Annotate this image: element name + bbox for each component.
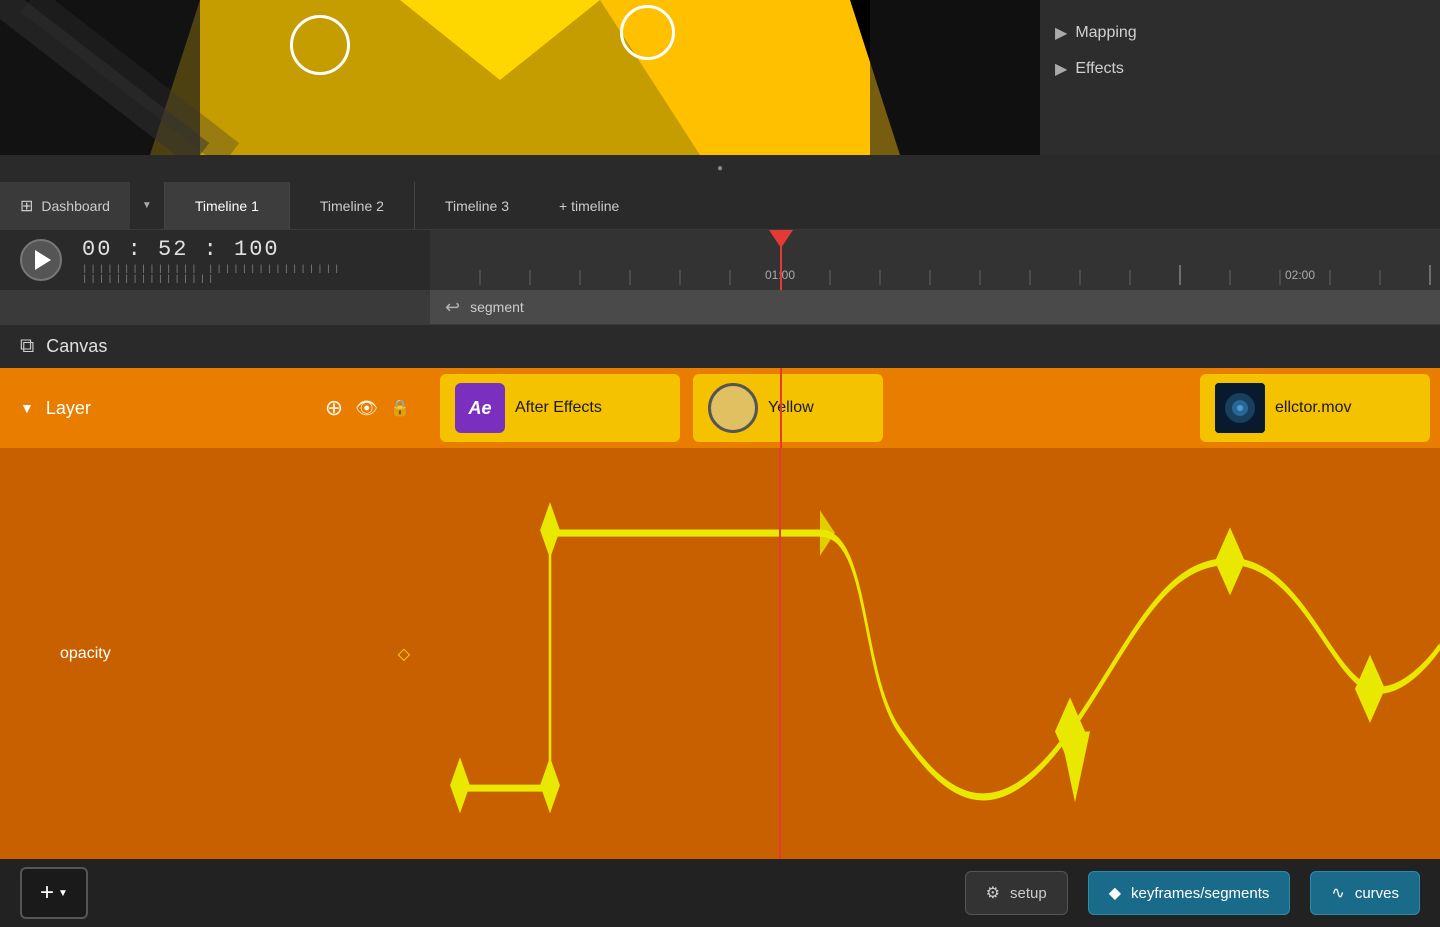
- add-dropdown-icon: ▼: [58, 888, 68, 899]
- layer-track: Ae After Effects Yellow: [430, 368, 1440, 448]
- segment-label-area: [0, 290, 430, 324]
- opacity-row: opacity ◇: [0, 448, 1440, 859]
- yellow-circle-icon: [708, 383, 758, 433]
- effects-label: Effects: [1075, 60, 1124, 78]
- curves-wave-icon: ∿: [1331, 883, 1344, 903]
- clip-yellow-label: Yellow: [768, 399, 814, 417]
- ruler-marker-2: 02:00: [1285, 268, 1315, 282]
- timeline2-label: Timeline 2: [320, 198, 384, 214]
- transport-row: 00 : 52 : 100 |||||||||||||| |||||||||||…: [0, 230, 1440, 290]
- preview-video: [0, 0, 1040, 155]
- mapping-arrow-icon: ▶: [1055, 23, 1067, 43]
- add-plus-icon: +: [40, 879, 54, 907]
- preview-circle-right: [620, 5, 675, 60]
- layer-collapse-icon[interactable]: ▼: [20, 400, 34, 416]
- timeline-container: 00 : 52 : 100 |||||||||||||| |||||||||||…: [0, 230, 1440, 859]
- tabs-bar: ⊞ Dashboard ▼ Timeline 1 Timeline 2 Time…: [0, 182, 1440, 230]
- tab-timeline1[interactable]: Timeline 1: [164, 182, 289, 229]
- layer-icons: ⊕ 👁 🔒: [325, 395, 410, 421]
- tab-dropdown-btn[interactable]: ▼: [130, 200, 164, 211]
- ruler-playhead-line: [780, 230, 782, 290]
- clip-ae-label: After Effects: [515, 399, 602, 417]
- canvas-layers-icon: ⧉: [20, 335, 34, 358]
- tab-add[interactable]: + timeline: [539, 198, 639, 214]
- setup-gear-icon: ⚙: [986, 883, 1000, 903]
- opacity-keyframe-icon[interactable]: ◇: [398, 644, 410, 664]
- ae-icon: Ae: [455, 383, 505, 433]
- keyframes-button[interactable]: ◆ keyframes/segments: [1088, 871, 1291, 915]
- dashboard-grid-icon: ⊞: [20, 196, 33, 216]
- play-icon: [35, 250, 51, 270]
- timeline1-label: Timeline 1: [195, 198, 259, 214]
- timecode-sep1: :: [128, 237, 158, 262]
- timecode-minutes: 52: [158, 237, 188, 262]
- timecode-display: 00 : 52 : 100: [82, 237, 410, 262]
- bottom-toolbar: + ▼ ⚙ setup ◆ keyframes/segments ∿ curve…: [0, 859, 1440, 927]
- keyframe-curve: [430, 448, 1440, 859]
- preview-circle-left: [290, 15, 350, 75]
- play-button[interactable]: [20, 239, 62, 281]
- right-panel: ▶ Mapping ▶ Effects: [1040, 0, 1440, 155]
- layer-add-icon[interactable]: ⊕: [325, 395, 343, 421]
- clip-mov[interactable]: ellctor.mov: [1200, 374, 1430, 442]
- timecode-sep2: :: [204, 237, 234, 262]
- ruler[interactable]: 01:00 02:00: [430, 230, 1440, 290]
- preview-area: ▶ Mapping ▶ Effects: [0, 0, 1440, 155]
- keyframes-label: keyframes/segments: [1131, 885, 1269, 902]
- clip-after-effects[interactable]: Ae After Effects: [440, 374, 680, 442]
- segment-row: ↩ segment: [0, 290, 1440, 324]
- clip-yellow[interactable]: Yellow: [693, 374, 883, 442]
- effects-arrow-icon: ▶: [1055, 59, 1067, 79]
- tab-timeline3[interactable]: Timeline 3: [414, 182, 539, 229]
- opacity-track: [430, 448, 1440, 859]
- setup-label: setup: [1010, 885, 1047, 902]
- keyframes-diamond-icon: ◆: [1109, 883, 1121, 903]
- curves-button[interactable]: ∿ curves: [1310, 871, 1420, 915]
- add-timeline-label: + timeline: [559, 198, 619, 214]
- timecode-frames: 100: [234, 237, 280, 262]
- canvas-title: Canvas: [46, 336, 107, 357]
- layer-title: Layer: [46, 398, 313, 419]
- opacity-label: opacity: [20, 645, 398, 663]
- dashboard-label: Dashboard: [41, 198, 110, 214]
- segment-icon: ↩: [445, 297, 460, 318]
- opacity-label-area: opacity ◇: [0, 448, 430, 859]
- mapping-section[interactable]: ▶ Mapping: [1055, 15, 1425, 51]
- layer-controls: ▼ Layer ⊕ 👁 🔒: [0, 368, 430, 448]
- segment-track: ↩ segment: [430, 290, 1440, 324]
- segment-label: segment: [470, 299, 524, 315]
- transport-controls: 00 : 52 : 100 |||||||||||||| |||||||||||…: [0, 237, 430, 284]
- curves-label: curves: [1355, 885, 1399, 902]
- layer-lock-icon[interactable]: 🔒: [390, 398, 410, 418]
- setup-button[interactable]: ⚙ setup: [965, 871, 1068, 915]
- clip-mov-label: ellctor.mov: [1275, 399, 1351, 417]
- effects-section[interactable]: ▶ Effects: [1055, 51, 1425, 87]
- tab-dashboard[interactable]: ⊞ Dashboard: [0, 182, 130, 229]
- timecode-sub: |||||||||||||| |||||||||||||||| ||||||||…: [82, 264, 410, 284]
- layer-row: ▼ Layer ⊕ 👁 🔒 Ae After Effects Yellow: [0, 368, 1440, 448]
- tab-timeline2[interactable]: Timeline 2: [289, 182, 414, 229]
- timecode-hours: 00: [82, 237, 112, 262]
- add-button[interactable]: + ▼: [20, 867, 88, 919]
- canvas-label-area: ⧉ Canvas: [0, 335, 430, 358]
- mapping-label: Mapping: [1075, 24, 1136, 42]
- layer-visibility-icon[interactable]: 👁: [355, 398, 378, 419]
- timeline3-label: Timeline 3: [445, 198, 509, 214]
- canvas-row: ⧉ Canvas: [0, 324, 1440, 368]
- playhead-triangle: [769, 230, 793, 248]
- mov-thumbnail: [1215, 383, 1265, 433]
- divider: ●: [0, 155, 1440, 182]
